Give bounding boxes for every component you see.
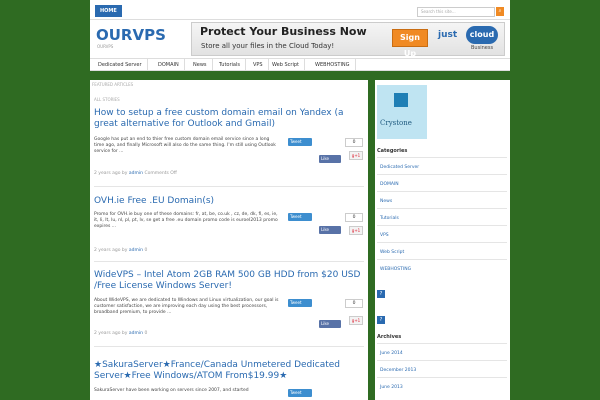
post-meta: 2 years ago by admin Comments Off xyxy=(94,171,177,176)
author-link[interactable]: admin xyxy=(129,248,143,253)
nav-item-news[interactable]: News xyxy=(188,59,213,71)
category-link[interactable]: VPS xyxy=(380,233,389,238)
post-title[interactable]: WideVPS – Intel Atom 2GB RAM 500 GB HDD … xyxy=(94,270,364,292)
post-separator xyxy=(94,261,364,262)
home-button[interactable]: HOME xyxy=(95,5,122,17)
tweet-button[interactable]: Tweet xyxy=(288,213,312,221)
tweet-button[interactable]: Tweet xyxy=(288,299,312,307)
category-link[interactable]: Dedicated Server xyxy=(380,165,419,170)
google-plus-icon: g+1 xyxy=(351,318,361,323)
google-plus-button[interactable]: g+1 xyxy=(349,226,363,235)
divider xyxy=(377,157,507,158)
nav-item-web-script[interactable]: Web Script xyxy=(267,59,305,71)
search-icon: ⌕ xyxy=(498,8,502,14)
nav-item-vps[interactable]: VPS xyxy=(248,59,269,71)
divider xyxy=(377,191,507,192)
search-input[interactable]: Search this site... xyxy=(417,7,495,17)
nav-item-domain[interactable]: DOMAIN xyxy=(153,59,185,71)
page-wrapper: HOME Search this site... ⌕ OURVPS OURVPS… xyxy=(90,0,510,400)
banner-signup-button[interactable]: Sign Up xyxy=(392,29,428,58)
post-excerpt: Promo for OVH.ie buy one of these domain… xyxy=(94,212,278,229)
post-title[interactable]: OVH.ie Free .EU Domain(s) xyxy=(94,196,364,207)
category-link[interactable]: Web Script xyxy=(380,250,404,255)
crystone-logo-icon xyxy=(394,93,408,107)
tweet-count: 0 xyxy=(345,299,363,308)
post-title[interactable]: ★SakuraServer★France/Canada Unmetered De… xyxy=(94,360,364,382)
divider xyxy=(377,208,507,209)
post-title[interactable]: How to setup a free custom domain email … xyxy=(94,108,364,130)
archive-link[interactable]: June 2013 xyxy=(380,385,403,390)
top-bar: HOME Search this site... ⌕ xyxy=(90,0,510,20)
cloud-icon: cloud xyxy=(466,26,498,44)
tweet-count: 0 xyxy=(345,138,363,147)
divider xyxy=(377,225,507,226)
google-plus-button[interactable]: g+1 xyxy=(349,151,363,160)
post-excerpt: Google has put an end to thier free cust… xyxy=(94,137,276,154)
banner-headline: Protect Your Business Now xyxy=(200,25,367,38)
category-link[interactable]: DOMAIN xyxy=(380,182,399,187)
archives-heading: Archives xyxy=(377,334,402,340)
google-plus-icon: g+1 xyxy=(351,153,361,158)
ad-banner[interactable]: Protect Your Business Now Store all your… xyxy=(191,22,505,58)
help-icon[interactable]: ? xyxy=(377,316,385,324)
post-meta: 2 years ago by admin 0 xyxy=(94,248,148,253)
archive-link[interactable]: June 2014 xyxy=(380,351,403,356)
search-button[interactable]: ⌕ xyxy=(496,7,504,16)
divider xyxy=(377,343,507,344)
divider xyxy=(377,242,507,243)
divider xyxy=(377,360,507,361)
tweet-button[interactable]: Tweet xyxy=(288,389,312,397)
category-link[interactable]: Tutorials xyxy=(380,216,399,221)
post-meta: 2 years ago by admin 0 xyxy=(94,331,148,336)
author-link[interactable]: admin xyxy=(129,331,143,336)
main-nav: Dedicated Server DOMAIN News Tutorials V… xyxy=(90,58,510,71)
post-separator xyxy=(94,346,364,347)
tweet-button[interactable]: Tweet xyxy=(288,138,312,146)
category-link[interactable]: WEBHOSTING xyxy=(380,267,411,272)
brand-business: Business xyxy=(471,45,494,51)
banner-brand-logo: just cloud Business xyxy=(438,26,500,52)
comment-count[interactable]: 0 xyxy=(144,248,147,253)
help-icon[interactable]: ? xyxy=(377,290,385,298)
post-separator xyxy=(94,186,364,187)
tweet-count: 0 xyxy=(345,213,363,222)
category-link[interactable]: News xyxy=(380,199,392,204)
crystone-ad[interactable]: Crystone xyxy=(377,85,427,139)
divider xyxy=(377,377,507,378)
site-tagline: OURVPS xyxy=(97,44,114,49)
crystone-logo-text: Crystone xyxy=(380,119,412,127)
sidebar: Crystone Categories Dedicated Server DOM… xyxy=(375,80,510,400)
site-logo[interactable]: OURVPS xyxy=(96,26,166,44)
nav-item-tutorials[interactable]: Tutorials xyxy=(214,59,246,71)
brand-just: just xyxy=(438,30,458,40)
categories-heading: Categories xyxy=(377,148,408,154)
facebook-like-button[interactable]: Like xyxy=(319,155,341,163)
banner-subline: Store all your files in the Cloud Today! xyxy=(201,42,335,50)
divider xyxy=(377,174,507,175)
facebook-like-button[interactable]: Like xyxy=(319,320,341,328)
google-plus-button[interactable]: g+1 xyxy=(349,316,363,325)
nav-item-webhosting[interactable]: WEBHOSTING xyxy=(310,59,356,71)
featured-articles-label: FEATURED ARTICLES xyxy=(92,82,134,87)
main-content: FEATURED ARTICLES ALL STORIES How to set… xyxy=(90,80,368,400)
nav-item-dedicated-server[interactable]: Dedicated Server xyxy=(93,59,148,71)
divider xyxy=(377,259,507,260)
post-excerpt: SakuraServer have been working on server… xyxy=(94,388,249,393)
facebook-like-button[interactable]: Like xyxy=(319,226,341,234)
google-plus-icon: g+1 xyxy=(351,228,361,233)
all-stories-label: ALL STORIES xyxy=(94,97,120,102)
archive-link[interactable]: December 2013 xyxy=(380,368,416,373)
comment-count[interactable]: 0 xyxy=(144,331,147,336)
author-link[interactable]: admin xyxy=(129,171,143,176)
post-excerpt: About WideVPS, we are dedicated to Windo… xyxy=(94,298,279,315)
site-header: OURVPS OURVPS Protect Your Business Now … xyxy=(90,20,510,58)
